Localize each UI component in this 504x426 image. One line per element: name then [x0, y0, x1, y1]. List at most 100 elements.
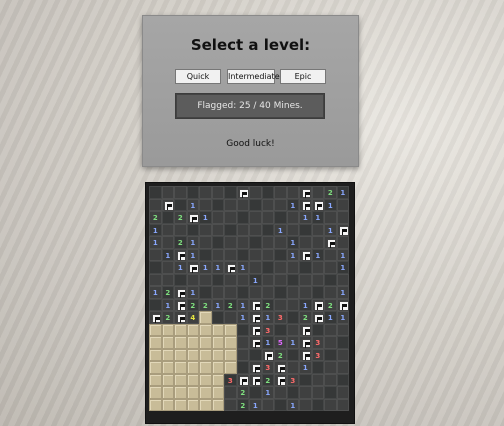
empty-cell[interactable] [199, 273, 212, 286]
hidden-cell[interactable] [174, 336, 187, 349]
hidden-cell[interactable] [186, 323, 199, 336]
empty-cell[interactable] [274, 286, 287, 299]
empty-cell[interactable] [186, 186, 199, 199]
number-cell[interactable]: 2 [236, 398, 249, 411]
hidden-cell[interactable] [186, 398, 199, 411]
empty-cell[interactable] [324, 211, 337, 224]
hidden-cell[interactable] [161, 336, 174, 349]
empty-cell[interactable] [324, 398, 337, 411]
intermediate-button[interactable]: Intermediate [227, 69, 280, 84]
empty-cell[interactable] [186, 223, 199, 236]
flagged-cell[interactable] [311, 311, 324, 324]
empty-cell[interactable] [274, 236, 287, 249]
number-cell[interactable]: 1 [261, 311, 274, 324]
hidden-cell[interactable] [161, 361, 174, 374]
empty-cell[interactable] [236, 361, 249, 374]
number-cell[interactable]: 3 [274, 311, 287, 324]
hidden-cell[interactable] [224, 336, 237, 349]
number-cell[interactable]: 1 [261, 386, 274, 399]
empty-cell[interactable] [324, 386, 337, 399]
hidden-cell[interactable] [174, 386, 187, 399]
flagged-cell[interactable] [161, 198, 174, 211]
empty-cell[interactable] [174, 198, 187, 211]
flagged-cell[interactable] [336, 298, 349, 311]
flagged-cell[interactable] [236, 373, 249, 386]
number-cell[interactable]: 1 [336, 186, 349, 199]
number-cell[interactable]: 3 [261, 323, 274, 336]
flagged-cell[interactable] [261, 348, 274, 361]
hidden-cell[interactable] [211, 398, 224, 411]
empty-cell[interactable] [324, 361, 337, 374]
hidden-cell[interactable] [149, 361, 162, 374]
empty-cell[interactable] [274, 398, 287, 411]
empty-cell[interactable] [286, 298, 299, 311]
empty-cell[interactable] [161, 273, 174, 286]
empty-cell[interactable] [274, 386, 287, 399]
flagged-cell[interactable] [174, 286, 187, 299]
hidden-cell[interactable] [211, 373, 224, 386]
empty-cell[interactable] [249, 386, 262, 399]
empty-cell[interactable] [261, 398, 274, 411]
empty-cell[interactable] [174, 273, 187, 286]
number-cell[interactable]: 1 [211, 298, 224, 311]
empty-cell[interactable] [311, 273, 324, 286]
flagged-cell[interactable] [249, 361, 262, 374]
hidden-cell[interactable] [224, 348, 237, 361]
empty-cell[interactable] [249, 236, 262, 249]
empty-cell[interactable] [336, 373, 349, 386]
empty-cell[interactable] [286, 223, 299, 236]
hidden-cell[interactable] [174, 323, 187, 336]
flagged-cell[interactable] [249, 323, 262, 336]
number-cell[interactable]: 1 [186, 236, 199, 249]
hidden-cell[interactable] [211, 323, 224, 336]
flagged-cell[interactable] [249, 373, 262, 386]
empty-cell[interactable] [324, 323, 337, 336]
empty-cell[interactable] [274, 273, 287, 286]
empty-cell[interactable] [286, 273, 299, 286]
hidden-cell[interactable] [186, 336, 199, 349]
empty-cell[interactable] [236, 223, 249, 236]
empty-cell[interactable] [324, 273, 337, 286]
number-cell[interactable]: 3 [261, 361, 274, 374]
hidden-cell[interactable] [186, 361, 199, 374]
empty-cell[interactable] [149, 248, 162, 261]
empty-cell[interactable] [286, 211, 299, 224]
hidden-cell[interactable] [149, 336, 162, 349]
number-cell[interactable]: 1 [274, 223, 287, 236]
number-cell[interactable]: 2 [174, 211, 187, 224]
empty-cell[interactable] [286, 311, 299, 324]
empty-cell[interactable] [274, 261, 287, 274]
empty-cell[interactable] [311, 186, 324, 199]
number-cell[interactable]: 3 [311, 336, 324, 349]
empty-cell[interactable] [224, 248, 237, 261]
number-cell[interactable]: 1 [174, 261, 187, 274]
hidden-cell[interactable] [174, 348, 187, 361]
number-cell[interactable]: 4 [186, 311, 199, 324]
empty-cell[interactable] [336, 361, 349, 374]
empty-cell[interactable] [161, 186, 174, 199]
empty-cell[interactable] [286, 261, 299, 274]
empty-cell[interactable] [211, 223, 224, 236]
hidden-cell[interactable] [199, 361, 212, 374]
empty-cell[interactable] [236, 323, 249, 336]
hidden-cell[interactable] [161, 398, 174, 411]
empty-cell[interactable] [224, 286, 237, 299]
flagged-cell[interactable] [236, 186, 249, 199]
empty-cell[interactable] [224, 311, 237, 324]
flagged-cell[interactable] [274, 373, 287, 386]
empty-cell[interactable] [199, 186, 212, 199]
empty-cell[interactable] [336, 211, 349, 224]
number-cell[interactable]: 2 [161, 311, 174, 324]
empty-cell[interactable] [224, 198, 237, 211]
empty-cell[interactable] [224, 386, 237, 399]
empty-cell[interactable] [311, 286, 324, 299]
empty-cell[interactable] [199, 198, 212, 211]
number-cell[interactable]: 1 [199, 211, 212, 224]
flagged-cell[interactable] [224, 261, 237, 274]
empty-cell[interactable] [336, 198, 349, 211]
empty-cell[interactable] [224, 186, 237, 199]
hidden-cell[interactable] [149, 373, 162, 386]
empty-cell[interactable] [336, 273, 349, 286]
empty-cell[interactable] [211, 236, 224, 249]
number-cell[interactable]: 1 [186, 286, 199, 299]
